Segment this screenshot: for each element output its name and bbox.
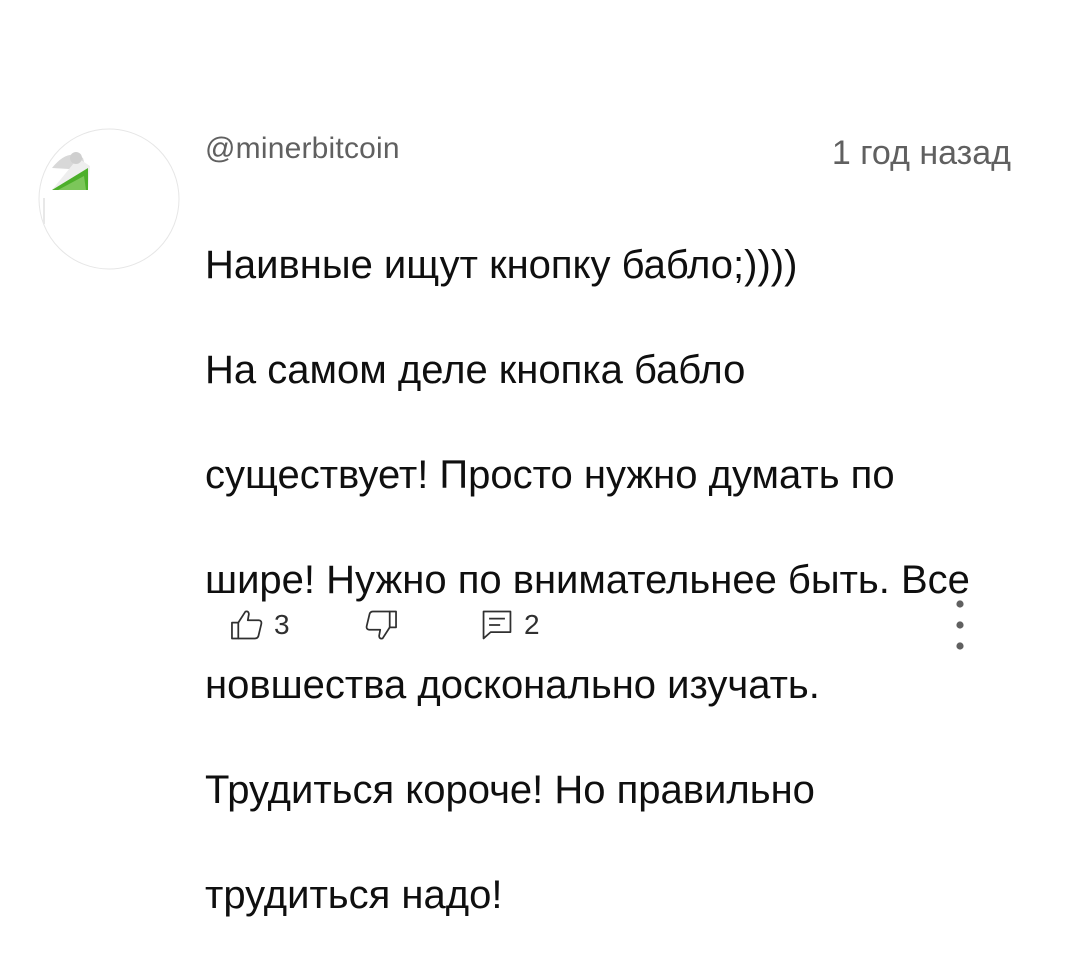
dislike-button[interactable] <box>362 600 400 650</box>
comment-time[interactable]: 1 год назад <box>832 134 1011 173</box>
like-button[interactable]: 3 <box>228 600 290 650</box>
comment-line: трудиться надо! <box>205 872 503 917</box>
avatar-image <box>38 128 180 270</box>
comment-icon <box>482 610 512 640</box>
comment-line: шире! Нужно по внимательнее быть. Все <box>205 557 970 602</box>
comment-actions: 3 2 <box>228 600 988 650</box>
comment-line: На самом деле кнопка бабло <box>205 347 746 392</box>
more-options-button[interactable] <box>948 596 972 654</box>
like-count: 3 <box>274 609 290 640</box>
comment-line: Наивные ищут кнопку бабло;)))) <box>205 242 798 287</box>
thumbs-down-icon <box>365 610 397 640</box>
reply-count: 2 <box>524 609 540 640</box>
more-vertical-icon <box>956 600 964 650</box>
avatar[interactable] <box>38 128 180 270</box>
comment-line: новшества досконально изучать. <box>205 662 820 707</box>
comment: @minerbitcoin 1 год назад Наивные ищут к… <box>205 126 1025 974</box>
comment-text: Наивные ищут кнопку бабло;)))) На самом … <box>205 186 1025 974</box>
thumbs-up-icon <box>231 610 263 640</box>
comment-line: Трудиться короче! Но правильно <box>205 767 815 812</box>
comment-line: существует! Просто нужно думать по <box>205 452 895 497</box>
reply-button[interactable]: 2 <box>478 600 540 650</box>
comment-meta: @minerbitcoin 1 год назад <box>205 126 1025 176</box>
comment-author[interactable]: @minerbitcoin <box>205 132 400 166</box>
